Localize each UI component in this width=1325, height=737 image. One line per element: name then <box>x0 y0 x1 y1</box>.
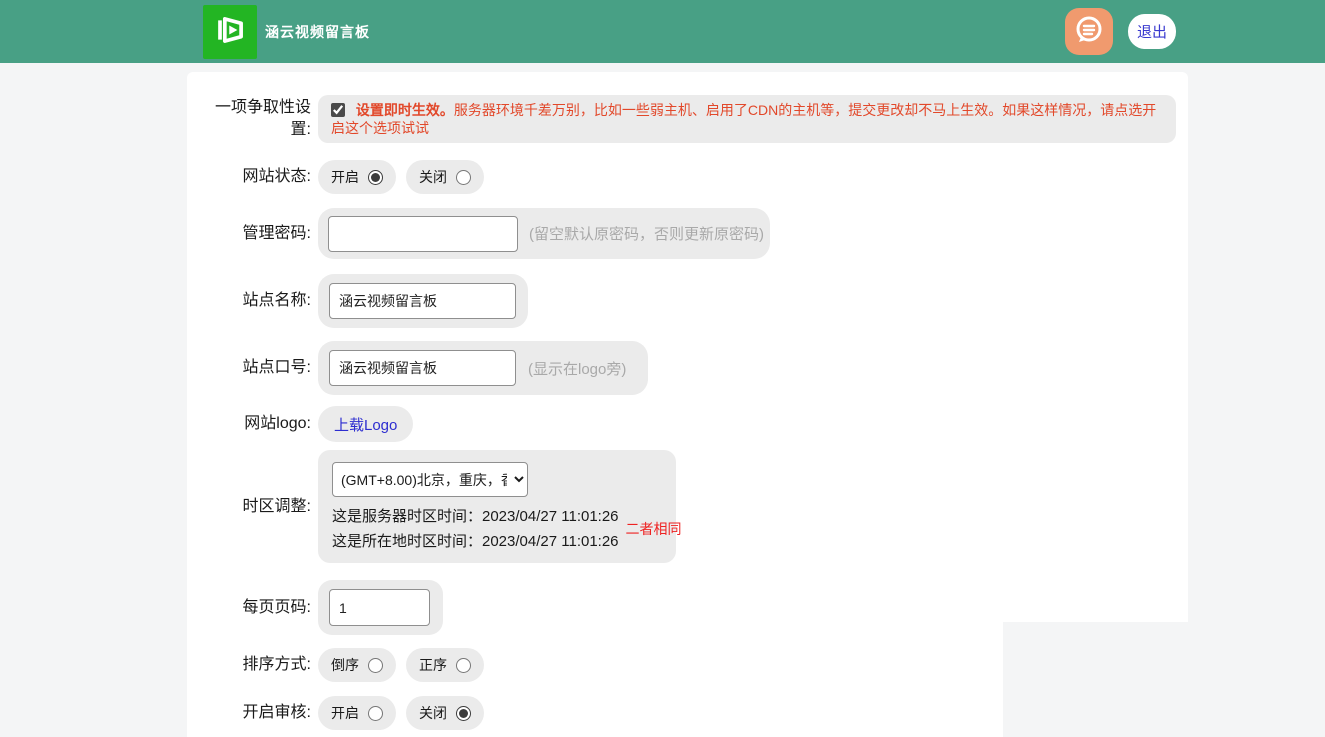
row-site-status: 网站状态: 开启 关闭 <box>187 160 1188 194</box>
row-site-slogan: 站点口号: (显示在logo旁) <box>187 341 1188 395</box>
timezone-box: (GMT+8.00)北京，重庆，香港 这是服务器时区时间：2023/04/27 … <box>318 450 676 563</box>
audit-radio-on[interactable] <box>368 706 383 721</box>
warning-body-text: 服务器环境千差万别，比如一些弱主机、启用了CDN的主机等，提交更改却不马上生效。… <box>331 102 1156 136</box>
audit-radio-off[interactable] <box>456 706 471 721</box>
row-site-name: 站点名称: <box>187 274 1188 328</box>
timezone-same-note: 二者相同 <box>626 519 682 539</box>
sort-order-option-asc[interactable]: 正序 <box>406 648 484 682</box>
audit-option-off[interactable]: 关闭 <box>406 696 484 730</box>
option-label: 倒序 <box>331 655 359 675</box>
row-admin-password: 管理密码: (留空默认原密码，否则更新原密码) <box>187 208 1188 259</box>
site-status-radio-on[interactable] <box>368 170 383 185</box>
audit-label: 开启审核: <box>243 702 311 724</box>
page-size-input[interactable] <box>329 589 430 626</box>
site-logo-label: 网站logo: <box>244 413 311 435</box>
timezone-select[interactable]: (GMT+8.00)北京，重庆，香港 <box>332 462 528 497</box>
timezone-label: 时区调整: <box>243 496 311 518</box>
site-status-label: 网站状态: <box>243 166 311 188</box>
instant-setting-label: 一项争取性设置: <box>211 97 311 141</box>
site-slogan-input[interactable] <box>329 350 516 386</box>
local-time-text: 这是所在地时区时间：2023/04/27 11:01:26 <box>332 529 619 554</box>
chat-bubble-icon <box>1072 13 1106 50</box>
instant-setting-warning-box: 设置即时生效。服务器环境千差万别，比如一些弱主机、启用了CDN的主机等，提交更改… <box>318 95 1176 143</box>
sort-order-label: 排序方式: <box>243 654 311 676</box>
option-label: 关闭 <box>419 703 447 723</box>
instant-effect-checkbox[interactable] <box>331 103 345 117</box>
site-status-option-off[interactable]: 关闭 <box>406 160 484 194</box>
warning-lead-text: 设置即时生效。 <box>356 102 454 118</box>
site-status-option-on[interactable]: 开启 <box>318 160 396 194</box>
page-size-label: 每页页码: <box>243 597 311 619</box>
option-label: 开启 <box>331 167 359 187</box>
site-slogan-hint: (显示在logo旁) <box>528 358 626 379</box>
site-name-input[interactable] <box>329 283 516 319</box>
admin-password-hint: (留空默认原密码，否则更新原密码) <box>529 223 764 244</box>
app-title: 涵云视频留言板 <box>265 0 370 63</box>
server-time-text: 这是服务器时区时间：2023/04/27 11:01:26 <box>332 504 619 529</box>
site-status-radio-off[interactable] <box>456 170 471 185</box>
row-instant-setting: 一项争取性设置: 设置即时生效。服务器环境千差万别，比如一些弱主机、启用了CDN… <box>187 95 1188 143</box>
app-header: 涵云视频留言板 退出 <box>0 0 1325 63</box>
site-logo-box: 上载Logo <box>318 406 413 442</box>
row-timezone: 时区调整: (GMT+8.00)北京，重庆，香港 这是服务器时区时间：2023/… <box>187 450 1188 563</box>
sort-order-radio-asc[interactable] <box>456 658 471 673</box>
logout-button[interactable]: 退出 <box>1128 14 1176 49</box>
upload-logo-link[interactable]: 上载Logo <box>334 414 397 435</box>
app-logo[interactable] <box>203 5 257 59</box>
timezone-times: 这是服务器时区时间：2023/04/27 11:01:26 这是所在地时区时间：… <box>332 504 619 554</box>
site-name-box <box>318 274 528 328</box>
option-label: 开启 <box>331 703 359 723</box>
site-slogan-box: (显示在logo旁) <box>318 341 648 395</box>
admin-password-box: (留空默认原密码，否则更新原密码) <box>318 208 770 259</box>
message-button[interactable] <box>1065 8 1113 55</box>
play-flag-logo-icon <box>210 10 250 55</box>
site-slogan-label: 站点口号: <box>243 357 311 379</box>
background-notch <box>1003 622 1325 737</box>
row-site-logo: 网站logo: 上载Logo <box>187 406 1188 442</box>
admin-password-label: 管理密码: <box>243 223 311 245</box>
sort-order-radio-desc[interactable] <box>368 658 383 673</box>
option-label: 关闭 <box>419 167 447 187</box>
option-label: 正序 <box>419 655 447 675</box>
page-size-box <box>318 580 443 635</box>
site-name-label: 站点名称: <box>243 290 311 312</box>
admin-password-input[interactable] <box>328 216 518 252</box>
audit-option-on[interactable]: 开启 <box>318 696 396 730</box>
sort-order-option-desc[interactable]: 倒序 <box>318 648 396 682</box>
